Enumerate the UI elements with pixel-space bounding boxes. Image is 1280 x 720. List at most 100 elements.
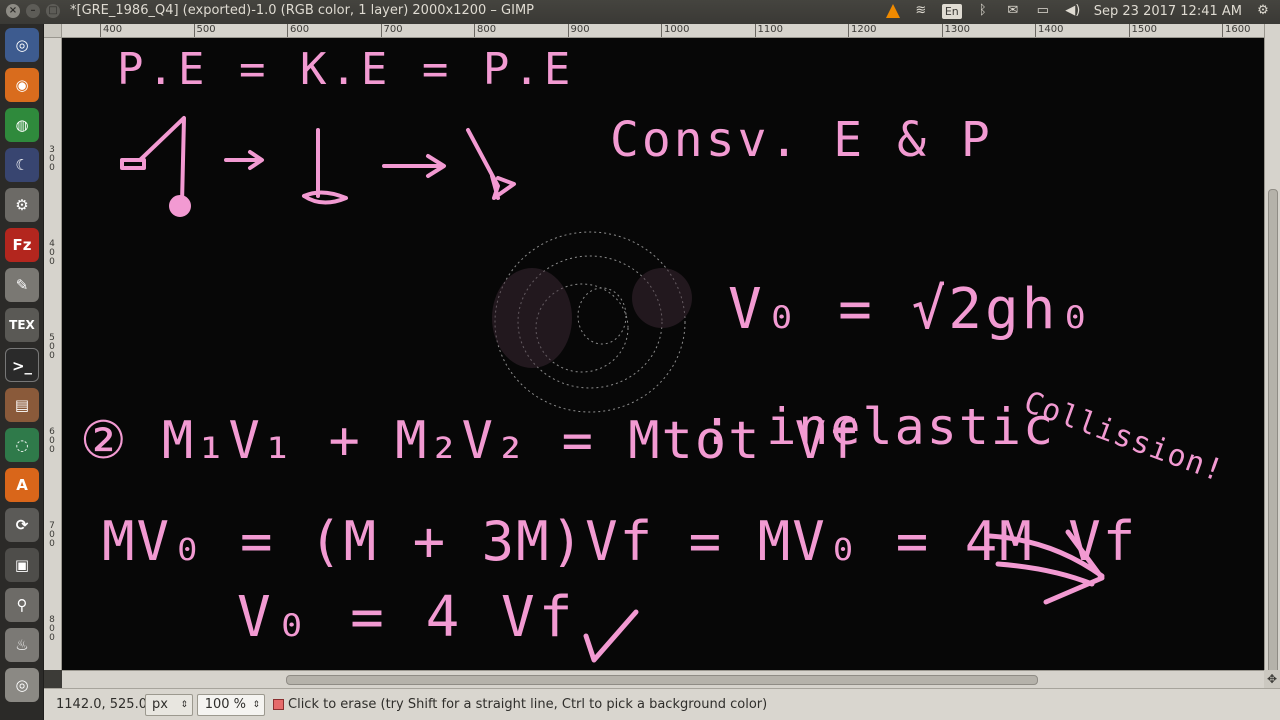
inelastic-text: : inelastic (702, 398, 1055, 456)
ruler-tick-label: 1200 (851, 24, 877, 35)
velocity-equation-text: MV₀ = (M + 3M)Vf = MV₀ = 4M Vf (102, 510, 1137, 573)
ruler-tick-label: 1300 (944, 24, 970, 35)
bluetooth-icon[interactable]: ᛒ (974, 3, 992, 19)
window-controls: × – □ (6, 4, 60, 18)
final-velocity-text: V₀ = 4 Vf (237, 585, 576, 650)
terminal-icon[interactable]: >_ (5, 348, 39, 382)
keyboard-layout-indicator[interactable]: En (941, 3, 962, 19)
ruler-tick-label: 1600 (1225, 24, 1251, 35)
text-editor-icon[interactable]: ✎ (5, 268, 39, 302)
window-title: *[GRE_1986_Q4] (exported)-1.0 (RGB color… (70, 3, 535, 18)
navigate-icon[interactable]: ✥ (1264, 670, 1280, 688)
ruler-tick-label: 700 (383, 24, 403, 35)
ruler-corner[interactable] (44, 24, 62, 38)
conservation-text: Consv. E & P (610, 112, 993, 168)
pendulum-sketch-2 (302, 128, 348, 205)
vlc-icon[interactable] (885, 4, 900, 18)
top-panel: × – □ *[GRE_1986_Q4] (exported)-1.0 (RGB… (0, 0, 1280, 24)
ruler-tick: 1600 (1222, 24, 1250, 37)
firefox-icon[interactable]: ◉ (5, 68, 39, 102)
java-icon[interactable]: ♨ (5, 628, 39, 662)
zoom-select[interactable]: 100 % ⇕ (197, 694, 265, 716)
power-gear-icon[interactable]: ⚙ (1254, 3, 1272, 19)
magnifier-icon[interactable]: ⚲ (5, 588, 39, 622)
disks-icon[interactable]: ◎ (5, 668, 39, 702)
volume-icon[interactable]: ◀) (1064, 3, 1082, 19)
updater-icon[interactable]: ⟳ (5, 508, 39, 542)
horizontal-ruler[interactable]: 400 500 600 700 800 900 1000 1100 1200 1300 1400 15… (62, 24, 1264, 38)
unit-select[interactable]: px ⇕ (145, 694, 193, 716)
ruler-tick: 1300 (941, 24, 970, 37)
vertical-scroll-thumb[interactable] (1268, 189, 1278, 679)
checkmark-icon (583, 609, 639, 663)
system-settings-icon[interactable]: ⚙ (5, 188, 39, 222)
system-tray: ≋ En ᛒ ✉ ▭ ◀) Sep 23 2017 12:41 AM ⚙ (885, 3, 1272, 19)
ruler-tick: 700 (380, 24, 403, 37)
ruler-tick-label: 5 0 0 (49, 333, 55, 361)
eraser-tool-icon (273, 699, 284, 710)
files-icon[interactable]: ▤ (5, 388, 39, 422)
ruler-tick-label: 1500 (1131, 24, 1157, 35)
zoom-value: 100 % (204, 697, 246, 712)
stellarium-icon[interactable]: ☾ (5, 148, 39, 182)
ruler-tick-label: 800 (477, 24, 497, 35)
ruler-tick: 800 (474, 24, 496, 37)
screenshot-icon[interactable]: ▣ (5, 548, 39, 582)
unit-value: px (152, 697, 168, 712)
drawing-layer: P.E = K.E = P.E Consv. E & P V₀ = √2gh₀ … (80, 44, 1228, 663)
energy-chain-text: P.E = K.E = P.E (117, 44, 574, 95)
ruler-tick-label: 8 0 0 (49, 615, 55, 643)
ruler-tick-label: 1400 (1038, 24, 1064, 35)
texmaker-icon[interactable]: TEX (5, 308, 39, 342)
ruler-tick-label: 400 (103, 24, 123, 35)
filezilla-icon[interactable]: Fz (5, 228, 39, 262)
faint-smudge (492, 268, 692, 368)
ruler-tick-label: 1000 (664, 24, 690, 35)
ruler-tick: 1200 (848, 24, 876, 37)
ruler-tick: 400 (100, 24, 122, 37)
wifi-icon[interactable]: ≋ (912, 3, 930, 19)
horizontal-scrollbar[interactable] (62, 670, 1264, 688)
vertical-ruler[interactable]: 3 0 0 4 0 0 5 0 0 6 0 0 7 0 0 8 0 0 (44, 38, 62, 670)
ruler-tick: 1500 (1128, 24, 1157, 37)
initial-velocity-text: V₀ = √2gh₀ (728, 277, 1095, 342)
pointer-coordinates: 1142.0, 525.0 (56, 697, 147, 712)
ruler-tick: 600 (287, 24, 309, 37)
ruler-tick: 1400 (1035, 24, 1063, 37)
status-message: Click to erase (try Shift for a straight… (288, 697, 768, 712)
ruler-tick: 900 (567, 24, 590, 37)
image-canvas[interactable]: P.E = K.E = P.E Consv. E & P V₀ = √2gh₀ … (62, 38, 1264, 670)
pendulum-bob-1 (169, 195, 191, 217)
launcher: ◎ ◉ ◍ ☾ ⚙ Fz ✎ TEX >_ ▤ ◌ A ⟳ ▣ ⚲ ♨ ◎ (0, 24, 44, 720)
mail-icon[interactable]: ✉ (1004, 3, 1022, 19)
chevron-updown-icon: ⇕ (180, 700, 188, 710)
apps-icon[interactable]: ◌ (5, 428, 39, 462)
arrow-2 (382, 154, 446, 178)
ruler-tick-label: 6 0 0 (49, 427, 55, 455)
ruler-tick-label: 600 (290, 24, 310, 35)
chrome-icon[interactable]: ◍ (5, 108, 39, 142)
status-bar: 1142.0, 525.0 px ⇕ 100 % ⇕ Click to erase … (44, 688, 1280, 720)
pendulum-sketch-1 (120, 116, 186, 205)
software-center-icon[interactable]: A (5, 468, 39, 502)
horizontal-scroll-thumb[interactable] (286, 675, 1038, 685)
ruler-tick-label: 500 (196, 24, 216, 35)
chevron-updown-icon: ⇕ (252, 700, 260, 710)
maximize-icon[interactable]: □ (46, 4, 60, 18)
pendulum-sketch-3 (466, 128, 516, 200)
battery-icon[interactable]: ▭ (1034, 3, 1052, 19)
ruler-tick: 1100 (754, 24, 783, 37)
ruler-tick: 1000 (661, 24, 689, 37)
ruler-tick: 500 (193, 24, 216, 37)
ruler-tick-label: 3 0 0 (49, 145, 55, 173)
ruler-tick-label: 1100 (757, 24, 783, 35)
ruler-tick-label: 7 0 0 (49, 521, 55, 549)
close-icon[interactable]: × (6, 4, 20, 18)
dash-home-icon[interactable]: ◎ (5, 28, 39, 62)
ruler-tick-label: 4 0 0 (49, 239, 55, 267)
minimize-icon[interactable]: – (26, 4, 40, 18)
arrow-1 (224, 150, 264, 170)
vertical-scrollbar[interactable] (1264, 24, 1280, 679)
clock[interactable]: Sep 23 2017 12:41 AM (1094, 4, 1242, 19)
ruler-tick-label: 900 (570, 24, 590, 35)
